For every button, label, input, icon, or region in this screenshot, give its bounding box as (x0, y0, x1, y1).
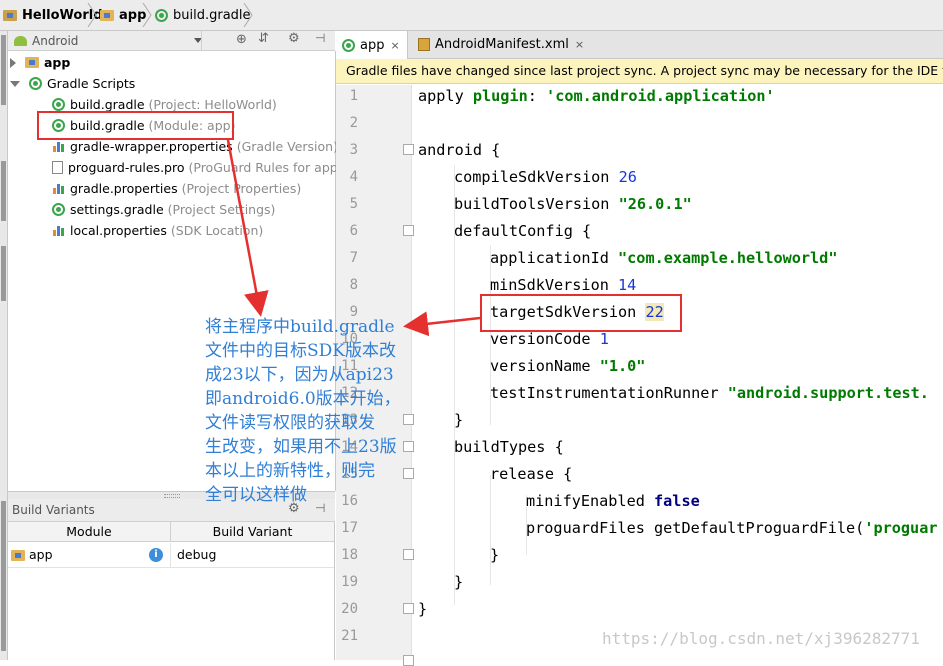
arrow-from-target-sdk (403, 311, 481, 337)
annotation-arrows (226, 139, 481, 337)
arrow-to-annotation (226, 139, 269, 317)
annotation-text: 将主程序中build.gradle 文件中的目标SDK版本改 成23以下，因为从… (205, 317, 401, 505)
watermark: https://blog.csdn.net/xj396282771 (602, 629, 920, 648)
